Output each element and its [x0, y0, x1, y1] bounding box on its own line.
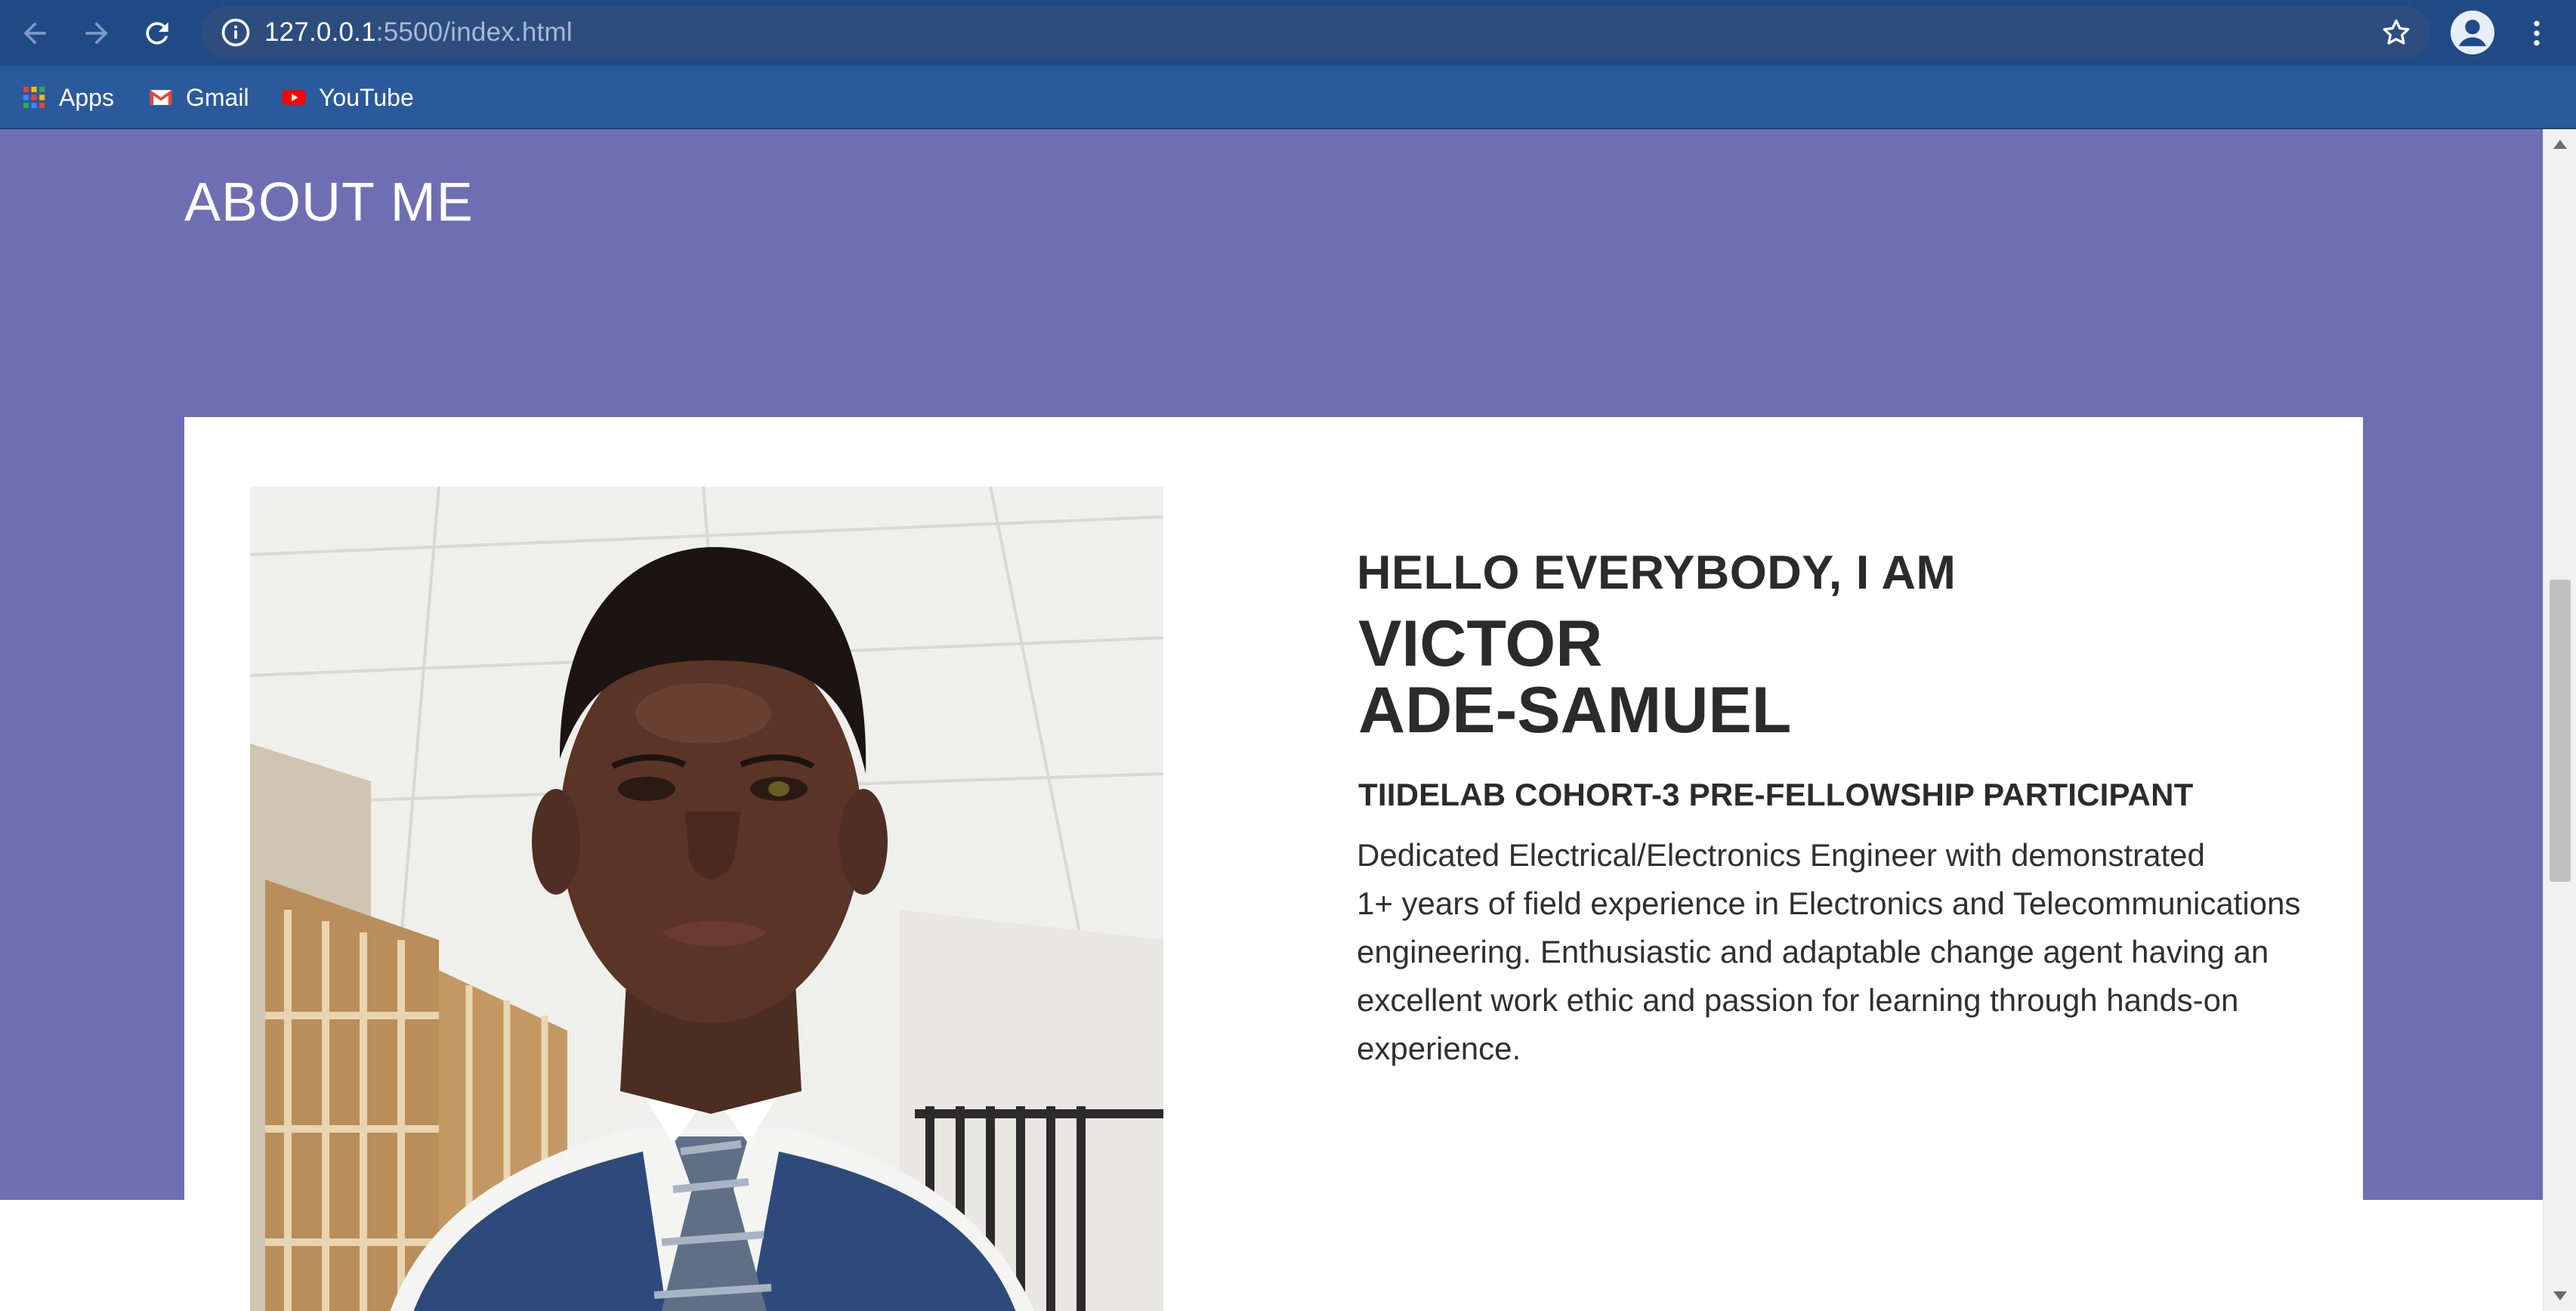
arrow-left-icon	[23, 22, 46, 45]
browser-toolbar: 127.0.0.1:5500/index.html	[0, 0, 2576, 66]
bookmark-gmail[interactable]: Gmail	[148, 79, 249, 116]
bookmark-label: Apps	[59, 83, 114, 111]
youtube-icon	[282, 90, 306, 105]
bookmark-label: Gmail	[186, 83, 249, 111]
reload-button[interactable]	[134, 11, 180, 56]
arrow-right-icon	[85, 22, 108, 45]
address-bar[interactable]: 127.0.0.1:5500/index.html	[201, 6, 2431, 59]
scroll-down-icon[interactable]	[2553, 1291, 2567, 1300]
bio-line: engineering. Enthusiastic and adaptable …	[1357, 934, 2269, 969]
greeting-heading: HELLO EVERYBODY, I AM	[1357, 546, 1957, 599]
about-card: HELLO EVERYBODY, I AM VICTOR ADE-SAMUEL …	[184, 417, 2363, 1311]
scroll-thumb[interactable]	[2550, 580, 2571, 882]
apps-grid-icon	[23, 86, 45, 109]
scroll-up-icon[interactable]	[2553, 140, 2567, 149]
bio-line: experience.	[1357, 1031, 1521, 1066]
account-icon	[2451, 11, 2494, 54]
gmail-icon	[149, 90, 173, 105]
page-viewport: ABOUT ME HELLO EVERYBODY, I AM VICTOR AD…	[0, 129, 2543, 1311]
bookmarks-bar: Apps Gmail YouTube	[0, 66, 2576, 129]
first-name: VICTOR	[1358, 608, 1603, 680]
url-text: 127.0.0.1:5500/index.html	[264, 6, 573, 59]
role-title: TIIDELAB COHORT-3 PRE-FELLOWSHIP PARTICI…	[1358, 777, 2194, 812]
star-icon[interactable]	[2380, 16, 2413, 49]
bio-paragraph: Dedicated Electrical/Electronics Enginee…	[1357, 831, 2324, 1073]
section-title: ABOUT ME	[184, 172, 474, 233]
browser-menu-button[interactable]	[2516, 11, 2558, 56]
info-icon[interactable]	[219, 16, 252, 49]
forward-button[interactable]	[74, 11, 119, 56]
url-host: 127.0.0.1	[264, 17, 376, 47]
bookmark-apps[interactable]: Apps	[21, 79, 114, 116]
about-text-block: HELLO EVERYBODY, I AM VICTOR ADE-SAMUEL …	[1354, 546, 2328, 1073]
bookmark-label: YouTube	[319, 83, 414, 111]
bookmark-youtube[interactable]: YouTube	[281, 79, 414, 116]
reload-icon	[146, 22, 168, 45]
last-name: ADE-SAMUEL	[1358, 674, 1792, 747]
url-path: :5500/index.html	[375, 17, 573, 47]
bio-line: Dedicated Electrical/Electronics Enginee…	[1357, 837, 2205, 873]
bio-line: 1+ years of field experience in Electron…	[1357, 886, 2301, 921]
bio-line: excellent work ethic and passion for lea…	[1357, 982, 2239, 1018]
profile-button[interactable]	[2451, 11, 2494, 54]
back-button[interactable]	[12, 11, 57, 56]
kebab-menu-icon	[2534, 20, 2540, 46]
profile-photo-image	[250, 487, 1163, 1311]
page-scrollbar[interactable]	[2543, 129, 2576, 1311]
profile-photo	[250, 487, 1163, 1311]
